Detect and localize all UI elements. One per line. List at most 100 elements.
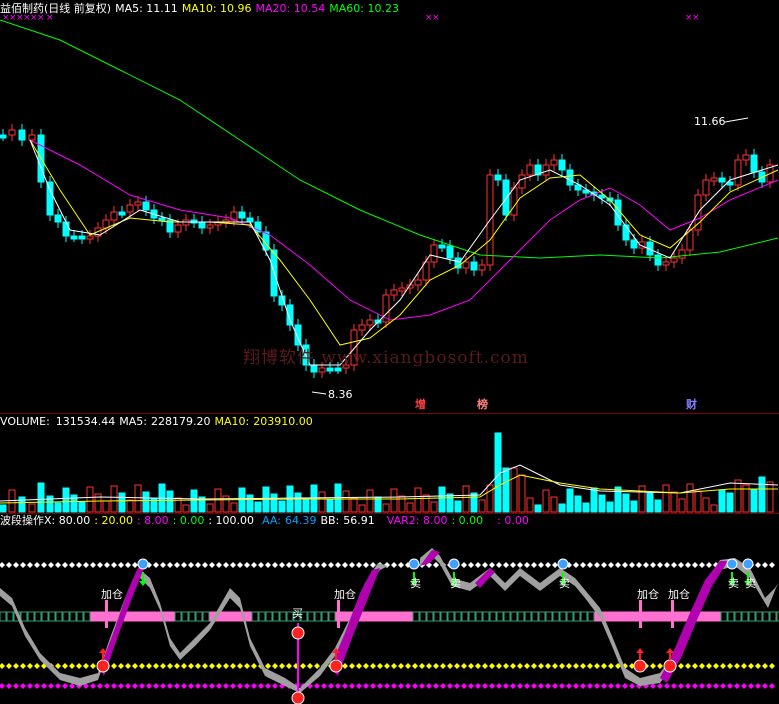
sell-signal-icon[interactable] [137, 558, 149, 570]
volume-bar [78, 501, 86, 513]
magenta-dot [629, 683, 635, 689]
yellow-dot [552, 663, 558, 669]
magenta-dot [699, 683, 705, 689]
buy-signal-icon[interactable] [663, 659, 677, 673]
candle-body [174, 224, 182, 233]
yellow-dot [307, 663, 313, 669]
top-dot [482, 562, 488, 568]
band-cell [223, 611, 231, 622]
yellow-dot [734, 663, 740, 669]
magenta-dot [223, 683, 229, 689]
magenta-dot [447, 683, 453, 689]
candle-body [334, 367, 342, 372]
var2-value-0: : 8.00 [415, 514, 448, 527]
volume-bar [414, 487, 422, 513]
yellow-dot [237, 663, 243, 669]
yellow-dot [230, 663, 236, 669]
top-dot [594, 562, 600, 568]
top-dot [293, 562, 299, 568]
sell-signal-icon[interactable] [557, 558, 569, 570]
volume-bar [558, 503, 566, 513]
yellow-dot [132, 663, 138, 669]
magenta-dot [328, 683, 334, 689]
yellow-dot [370, 663, 376, 669]
sell-signal-icon[interactable] [726, 558, 738, 570]
volume-bar [278, 500, 286, 513]
event-marker-list[interactable]: 榜 [477, 399, 488, 411]
candle-body [0, 134, 7, 139]
add-position-tick [105, 600, 108, 628]
top-dot [538, 562, 544, 568]
top-dot [328, 562, 334, 568]
band-indicator-chart[interactable] [0, 528, 779, 704]
sell-signal-icon[interactable] [742, 558, 754, 570]
band-cell [524, 611, 532, 622]
magenta-dot [510, 683, 516, 689]
band-cell [559, 611, 567, 622]
magenta-dot [0, 683, 5, 689]
sell-signal-icon[interactable] [408, 558, 420, 570]
volume-bar [534, 504, 542, 513]
yellow-dot [657, 663, 663, 669]
sell-signal-icon[interactable] [448, 558, 460, 570]
top-dot [461, 562, 467, 568]
event-marker-finance[interactable]: 财 [686, 399, 697, 411]
yellow-dot [216, 663, 222, 669]
band-cell [76, 611, 84, 622]
top-dot [685, 562, 691, 568]
band-cell [34, 611, 42, 622]
bb-value: 56.91 [343, 514, 375, 527]
indicator-value-2: : 8.00 [136, 514, 169, 527]
top-dot [83, 562, 89, 568]
candle-body [18, 129, 26, 141]
band-cell [440, 611, 448, 622]
band-cell [769, 611, 777, 622]
magenta-dot [426, 683, 432, 689]
yellow-dot [356, 663, 362, 669]
band-cell [321, 611, 329, 622]
magenta-dot [153, 683, 159, 689]
top-marker: × [692, 13, 700, 23]
yellow-dot [566, 663, 572, 669]
volume-bar [758, 476, 766, 513]
top-dot [678, 562, 684, 568]
candle-body [478, 264, 486, 271]
yellow-dot [461, 663, 467, 669]
top-dot [195, 562, 201, 568]
top-dot [111, 562, 117, 568]
volume-bar [422, 494, 430, 513]
magenta-dot [657, 683, 663, 689]
buy-signal-icon[interactable] [96, 659, 110, 673]
buy-signal-icon[interactable] [329, 659, 343, 673]
candle-body [502, 179, 510, 216]
magenta-dot [321, 683, 327, 689]
top-dot [321, 562, 327, 568]
band-cell [174, 611, 182, 622]
band-cell [461, 611, 469, 622]
magenta-dot [132, 683, 138, 689]
indicator-header: 波段操作X: 80.00: 20.00: 8.00: 0.00: 100.00 A… [0, 514, 529, 527]
top-dot [370, 562, 376, 568]
band-cell [391, 611, 399, 622]
volume-bar [28, 503, 36, 513]
magenta-dot [342, 683, 348, 689]
buy-signal-icon[interactable] [633, 659, 647, 673]
yellow-dot [153, 663, 159, 669]
magenta-dot [349, 683, 355, 689]
top-dot [643, 562, 649, 568]
yellow-dot [419, 663, 425, 669]
buy-signal-icon[interactable] [291, 691, 305, 704]
volume-chart[interactable] [0, 413, 779, 513]
band-cell [69, 611, 77, 622]
top-dot [657, 562, 663, 568]
candle-body [662, 261, 670, 266]
buy-signal-icon[interactable] [291, 626, 305, 640]
yellow-dot [62, 663, 68, 669]
yellow-dot [398, 663, 404, 669]
yellow-dot [475, 663, 481, 669]
yellow-dot [20, 663, 26, 669]
band-cell [657, 611, 665, 622]
top-dot [55, 562, 61, 568]
event-marker-increase[interactable]: 增 [415, 399, 426, 411]
magenta-dot [377, 683, 383, 689]
